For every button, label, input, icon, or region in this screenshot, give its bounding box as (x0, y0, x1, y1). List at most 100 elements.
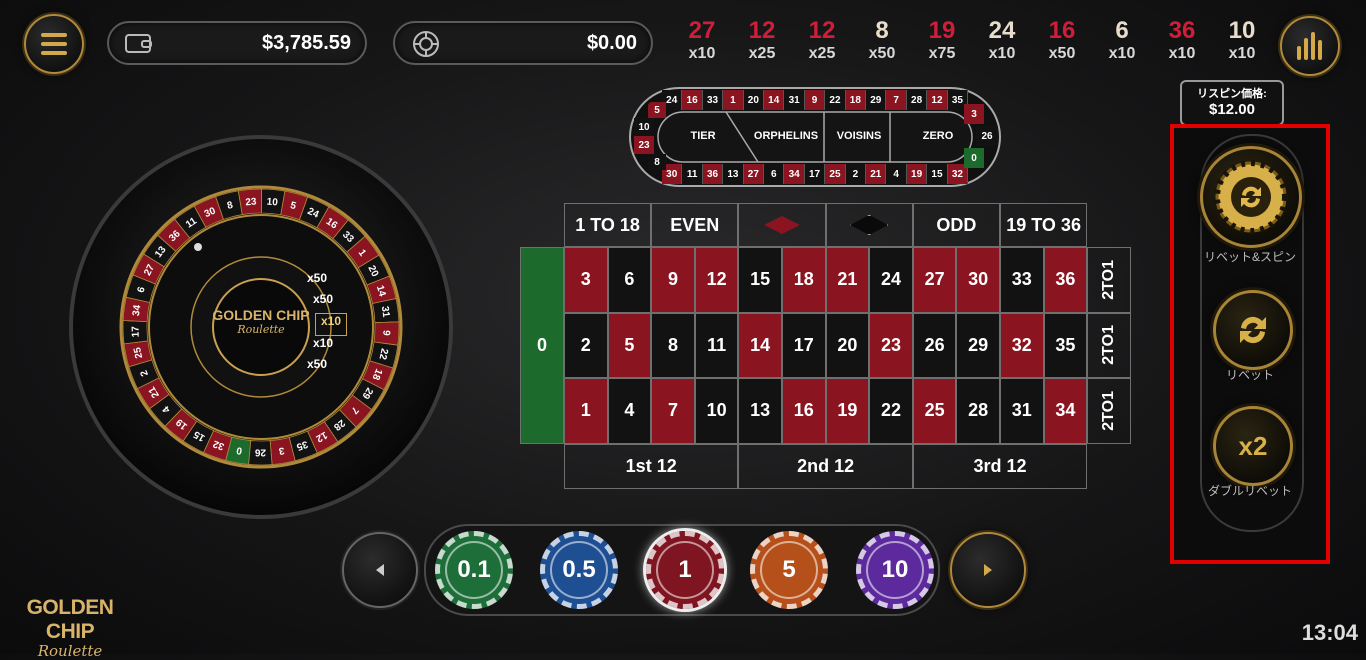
racetrack-number[interactable]: 34 (784, 164, 805, 184)
double-rebet-button[interactable]: x2 (1213, 406, 1293, 486)
number-28[interactable]: 28 (956, 378, 1000, 444)
number-33[interactable]: 33 (1000, 247, 1044, 313)
racetrack-number[interactable]: 17 (804, 164, 826, 184)
number-27[interactable]: 27 (912, 247, 957, 313)
racetrack-number[interactable]: 18 (845, 90, 867, 110)
number-3[interactable]: 3 (564, 247, 608, 313)
number-10[interactable]: 10 (694, 378, 739, 444)
section-voisins[interactable]: VOISINS (828, 126, 890, 146)
dozen-bet-2[interactable]: 2nd 12 (738, 443, 913, 489)
bet-even[interactable]: EVEN (651, 203, 739, 247)
section-orphelins[interactable]: ORPHELINS (748, 126, 824, 146)
number-29[interactable]: 29 (956, 312, 1000, 378)
number-19[interactable]: 19 (825, 378, 870, 444)
column-bet-2[interactable]: 2TO1 (1087, 312, 1132, 378)
racetrack-number[interactable]: 6 (764, 164, 785, 184)
number-12[interactable]: 12 (694, 247, 739, 313)
betting-table[interactable]: 0 3 6 9 12 15 18 21 24 27 30 33 36 2 5 8 11 14 17 20 23 26 29 3… (520, 203, 1132, 489)
chip-10[interactable]: 10 (856, 531, 934, 609)
racetrack-number[interactable]: 11 (682, 164, 703, 184)
number-18[interactable]: 18 (782, 247, 826, 313)
racetrack-number[interactable]: 33 (702, 90, 724, 110)
dozen-bet-3[interactable]: 3rd 12 (912, 443, 1088, 489)
bet-red[interactable] (738, 203, 826, 247)
number-36[interactable]: 36 (1043, 247, 1088, 313)
number-13[interactable]: 13 (738, 378, 782, 444)
stats-button[interactable] (1280, 16, 1340, 76)
section-zero[interactable]: ZERO (898, 126, 978, 146)
number-5[interactable]: 5 (607, 312, 652, 378)
bet-black[interactable] (825, 203, 913, 247)
number-35[interactable]: 35 (1043, 312, 1088, 378)
chip-0.5[interactable]: 0.5 (540, 531, 618, 609)
racetrack-number[interactable]: 19 (906, 164, 928, 184)
racetrack-number[interactable]: 12 (927, 90, 948, 110)
number-9[interactable]: 9 (651, 247, 695, 313)
racetrack-left-10[interactable]: 10 (634, 118, 654, 136)
racetrack-number[interactable]: 4 (886, 164, 907, 184)
bet-odd[interactable]: ODD (912, 203, 1000, 247)
racetrack-number[interactable]: 29 (866, 90, 887, 110)
racetrack[interactable]: 24 16 33 1 20 14 31 9 22 18 29 7 28 12 35 30 11 36 13 27 6 3… (628, 86, 1002, 188)
number-21[interactable]: 21 (825, 247, 870, 313)
racetrack-number[interactable]: 15 (927, 164, 948, 184)
chip-next-button[interactable] (950, 532, 1026, 608)
racetrack-number[interactable]: 1 (723, 90, 744, 110)
number-0[interactable]: 0 (520, 247, 564, 444)
number-25[interactable]: 25 (912, 378, 957, 444)
number-16[interactable]: 16 (782, 378, 826, 444)
chip-5[interactable]: 5 (750, 531, 828, 609)
column-bet-3[interactable]: 2TO1 (1087, 378, 1132, 444)
racetrack-number[interactable]: 20 (743, 90, 765, 110)
racetrack-number[interactable]: 36 (702, 164, 724, 184)
number-11[interactable]: 11 (694, 312, 739, 378)
rebet-spin-button[interactable] (1200, 146, 1302, 248)
racetrack-right-0[interactable]: 0 (964, 148, 984, 168)
racetrack-left-23[interactable]: 23 (634, 136, 654, 154)
dozen-bet-1[interactable]: 1st 12 (564, 443, 739, 489)
number-15[interactable]: 15 (738, 247, 782, 313)
racetrack-number[interactable]: 7 (886, 90, 907, 110)
racetrack-number[interactable]: 22 (825, 90, 846, 110)
number-34[interactable]: 34 (1043, 378, 1088, 444)
number-17[interactable]: 17 (782, 312, 826, 378)
racetrack-number[interactable]: 14 (764, 90, 785, 110)
racetrack-number[interactable]: 31 (784, 90, 805, 110)
chip-prev-button[interactable] (342, 532, 418, 608)
chip-0.1[interactable]: 0.1 (435, 531, 513, 609)
number-6[interactable]: 6 (607, 247, 652, 313)
racetrack-number[interactable]: 28 (906, 90, 928, 110)
number-24[interactable]: 24 (869, 247, 913, 313)
number-20[interactable]: 20 (825, 312, 870, 378)
number-22[interactable]: 22 (869, 378, 913, 444)
bet-19-to-36[interactable]: 19 TO 36 (1000, 203, 1088, 247)
number-7[interactable]: 7 (651, 378, 695, 444)
number-14[interactable]: 14 (738, 312, 782, 378)
number-23[interactable]: 23 (869, 312, 913, 378)
number-8[interactable]: 8 (651, 312, 695, 378)
number-30[interactable]: 30 (956, 247, 1000, 313)
racetrack-number[interactable]: 27 (743, 164, 765, 184)
racetrack-number[interactable]: 16 (682, 90, 703, 110)
racetrack-right-3[interactable]: 3 (964, 104, 984, 124)
bet-1-to-18[interactable]: 1 TO 18 (564, 203, 652, 247)
rebet-button[interactable] (1213, 290, 1293, 370)
racetrack-number[interactable]: 25 (825, 164, 846, 184)
number-1[interactable]: 1 (564, 378, 608, 444)
racetrack-right-26[interactable]: 26 (976, 126, 998, 146)
racetrack-left-8[interactable]: 8 (648, 154, 666, 170)
number-32[interactable]: 32 (1000, 312, 1044, 378)
column-bet-1[interactable]: 2TO1 (1087, 247, 1132, 313)
number-26[interactable]: 26 (912, 312, 957, 378)
number-31[interactable]: 31 (1000, 378, 1044, 444)
racetrack-number[interactable]: 13 (723, 164, 744, 184)
chip-1[interactable]: 1 (646, 531, 724, 609)
racetrack-left-5[interactable]: 5 (648, 102, 666, 118)
menu-button[interactable] (24, 14, 84, 74)
section-tier[interactable]: TIER (668, 126, 738, 146)
number-4[interactable]: 4 (607, 378, 652, 444)
racetrack-number[interactable]: 21 (866, 164, 887, 184)
number-2[interactable]: 2 (564, 312, 608, 378)
racetrack-number[interactable]: 2 (845, 164, 867, 184)
racetrack-number[interactable]: 9 (804, 90, 826, 110)
